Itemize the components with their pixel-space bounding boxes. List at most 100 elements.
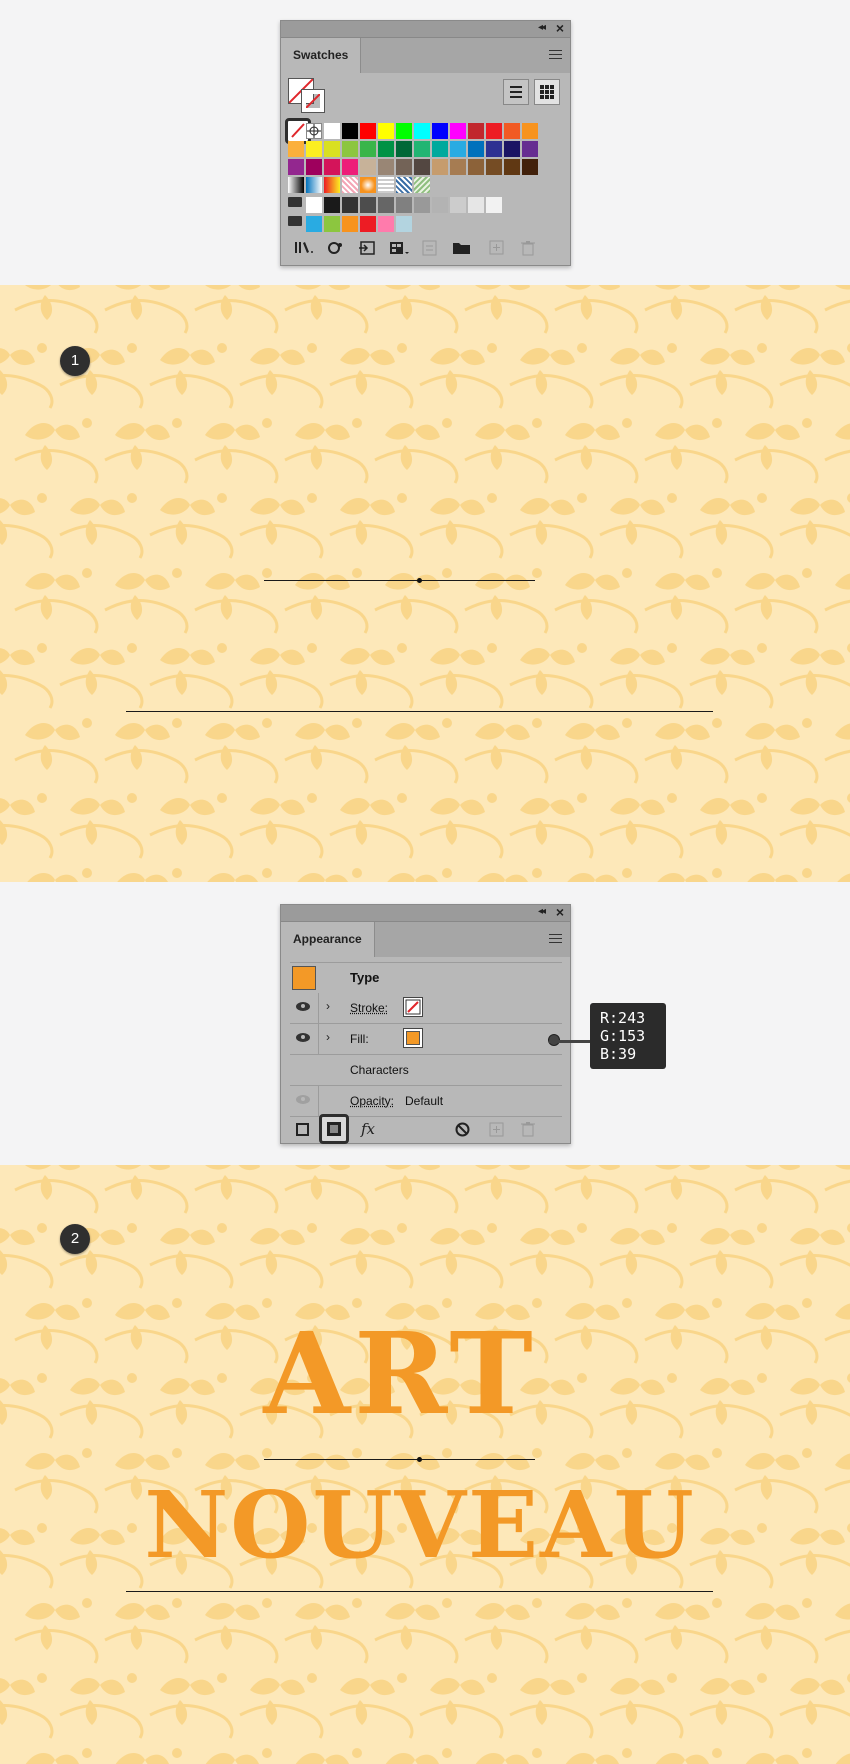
color-swatch[interactable] — [360, 159, 376, 175]
color-swatch[interactable] — [432, 159, 448, 175]
color-swatch[interactable] — [450, 197, 466, 213]
clear-appearance-icon[interactable] — [455, 1122, 470, 1137]
color-swatch[interactable] — [450, 141, 466, 157]
baseline-guide-bottom[interactable] — [126, 711, 713, 712]
color-swatch[interactable] — [360, 197, 376, 213]
gradient-swatch[interactable] — [288, 177, 304, 193]
color-swatch[interactable] — [414, 159, 430, 175]
panel-menu-icon[interactable] — [549, 934, 562, 944]
color-swatch[interactable] — [504, 141, 520, 157]
color-swatch[interactable] — [378, 159, 394, 175]
color-swatch[interactable] — [306, 141, 322, 157]
tab-swatches[interactable]: Swatches — [281, 38, 362, 73]
show-swatch-kinds-icon[interactable] — [328, 241, 344, 255]
appearance-row-type[interactable]: Type — [290, 962, 562, 994]
opacity-label[interactable]: Opacity: — [350, 1094, 394, 1108]
appearance-row-fill[interactable]: › Fill: — [290, 1024, 562, 1055]
color-swatch[interactable] — [468, 141, 484, 157]
color-swatch[interactable] — [324, 141, 340, 157]
pattern-swatch[interactable] — [414, 177, 430, 193]
color-swatch[interactable] — [396, 159, 412, 175]
color-swatch[interactable] — [396, 123, 412, 139]
color-swatch[interactable] — [432, 197, 448, 213]
collapse-icon[interactable]: ◂◂ — [538, 906, 546, 917]
panel-titlebar[interactable]: ◂◂ × — [281, 904, 570, 922]
color-swatch[interactable] — [396, 141, 412, 157]
color-swatch[interactable] — [324, 197, 340, 213]
color-swatch[interactable] — [288, 159, 304, 175]
color-swatch[interactable] — [414, 123, 430, 139]
baseline-guide-top[interactable] — [264, 1459, 535, 1460]
stroke-none-icon[interactable] — [301, 89, 325, 113]
color-swatch[interactable] — [468, 159, 484, 175]
panel-menu-icon[interactable] — [549, 50, 562, 60]
appearance-row-opacity[interactable]: Opacity: Default — [290, 1086, 562, 1117]
add-new-fill-button-highlight[interactable] — [319, 1114, 349, 1144]
pattern-swatch[interactable] — [396, 177, 412, 193]
eye-icon[interactable] — [296, 1033, 310, 1042]
add-new-stroke-icon[interactable] — [296, 1123, 309, 1136]
color-swatch[interactable] — [504, 159, 520, 175]
color-swatch[interactable] — [324, 123, 340, 139]
color-swatch[interactable] — [342, 216, 358, 232]
color-swatch[interactable] — [324, 216, 340, 232]
panel-titlebar[interactable]: ◂◂ × — [281, 20, 570, 38]
gradient-swatch[interactable] — [306, 177, 322, 193]
eye-icon[interactable] — [296, 1002, 310, 1011]
stroke-none-swatch[interactable] — [403, 997, 423, 1017]
color-swatch[interactable] — [378, 123, 394, 139]
chevron-right-icon[interactable]: › — [326, 1030, 330, 1044]
anchor-point[interactable] — [417, 1457, 422, 1462]
color-swatch[interactable] — [432, 123, 448, 139]
color-swatch[interactable] — [432, 141, 448, 157]
color-swatch[interactable] — [324, 159, 340, 175]
color-swatch[interactable] — [360, 141, 376, 157]
color-swatch[interactable] — [378, 216, 394, 232]
color-swatch[interactable] — [486, 123, 502, 139]
color-swatch[interactable] — [396, 216, 412, 232]
anchor-point[interactable] — [417, 578, 422, 583]
baseline-guide-top[interactable] — [264, 580, 535, 581]
color-swatch[interactable] — [342, 159, 358, 175]
color-swatch[interactable] — [486, 141, 502, 157]
stroke-label[interactable]: Stroke: — [350, 1001, 388, 1015]
color-swatch[interactable] — [306, 216, 322, 232]
color-swatch[interactable] — [450, 159, 466, 175]
collapse-icon[interactable]: ◂◂ — [538, 22, 546, 33]
color-swatch[interactable] — [360, 123, 376, 139]
color-swatch[interactable] — [378, 197, 394, 213]
list-view-button[interactable] — [503, 79, 529, 105]
radial-gradient-swatch[interactable] — [360, 177, 376, 193]
fill-stroke-indicator[interactable] — [288, 78, 326, 114]
color-swatch[interactable] — [360, 216, 376, 232]
color-swatch[interactable] — [288, 141, 304, 157]
baseline-guide-bottom[interactable] — [126, 1591, 713, 1592]
tab-appearance[interactable]: Appearance — [281, 922, 375, 957]
characters-label[interactable]: Characters — [350, 1063, 409, 1077]
fill-color-swatch[interactable] — [403, 1028, 423, 1048]
color-swatch[interactable] — [414, 197, 430, 213]
add-new-effect-icon[interactable]: fx — [361, 1120, 375, 1138]
headline-nouveau[interactable]: NOUVEAU — [120, 1465, 720, 1585]
color-swatch[interactable] — [486, 197, 502, 213]
registration-swatch[interactable] — [306, 123, 322, 139]
color-swatch[interactable] — [450, 123, 466, 139]
color-swatch[interactable] — [342, 197, 358, 213]
color-swatch[interactable] — [342, 123, 358, 139]
swatch-options-icon[interactable] — [389, 240, 411, 256]
headline-art[interactable]: ART — [250, 1315, 550, 1435]
color-swatch[interactable] — [342, 141, 358, 157]
color-swatch[interactable] — [414, 141, 430, 157]
fill-label[interactable]: Fill: — [350, 1032, 369, 1046]
place-swatches-icon[interactable] — [359, 240, 377, 256]
appearance-row-stroke[interactable]: › Stroke: — [290, 993, 562, 1024]
gradient-swatch[interactable] — [324, 177, 340, 193]
color-swatch[interactable] — [306, 159, 322, 175]
appearance-row-characters[interactable]: Characters — [290, 1055, 562, 1086]
color-swatch[interactable] — [504, 123, 520, 139]
color-swatch[interactable] — [306, 197, 322, 213]
color-swatch[interactable] — [378, 141, 394, 157]
opacity-value[interactable]: Default — [405, 1094, 443, 1108]
color-swatch[interactable] — [468, 197, 484, 213]
color-swatch[interactable] — [486, 159, 502, 175]
